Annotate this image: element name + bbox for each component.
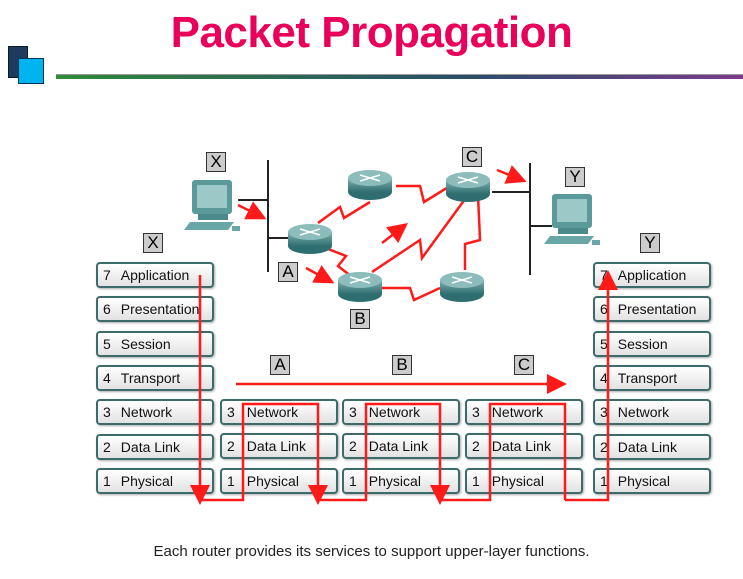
caption: Each router provides its services to sup… <box>153 543 590 560</box>
packet-path <box>190 270 618 505</box>
